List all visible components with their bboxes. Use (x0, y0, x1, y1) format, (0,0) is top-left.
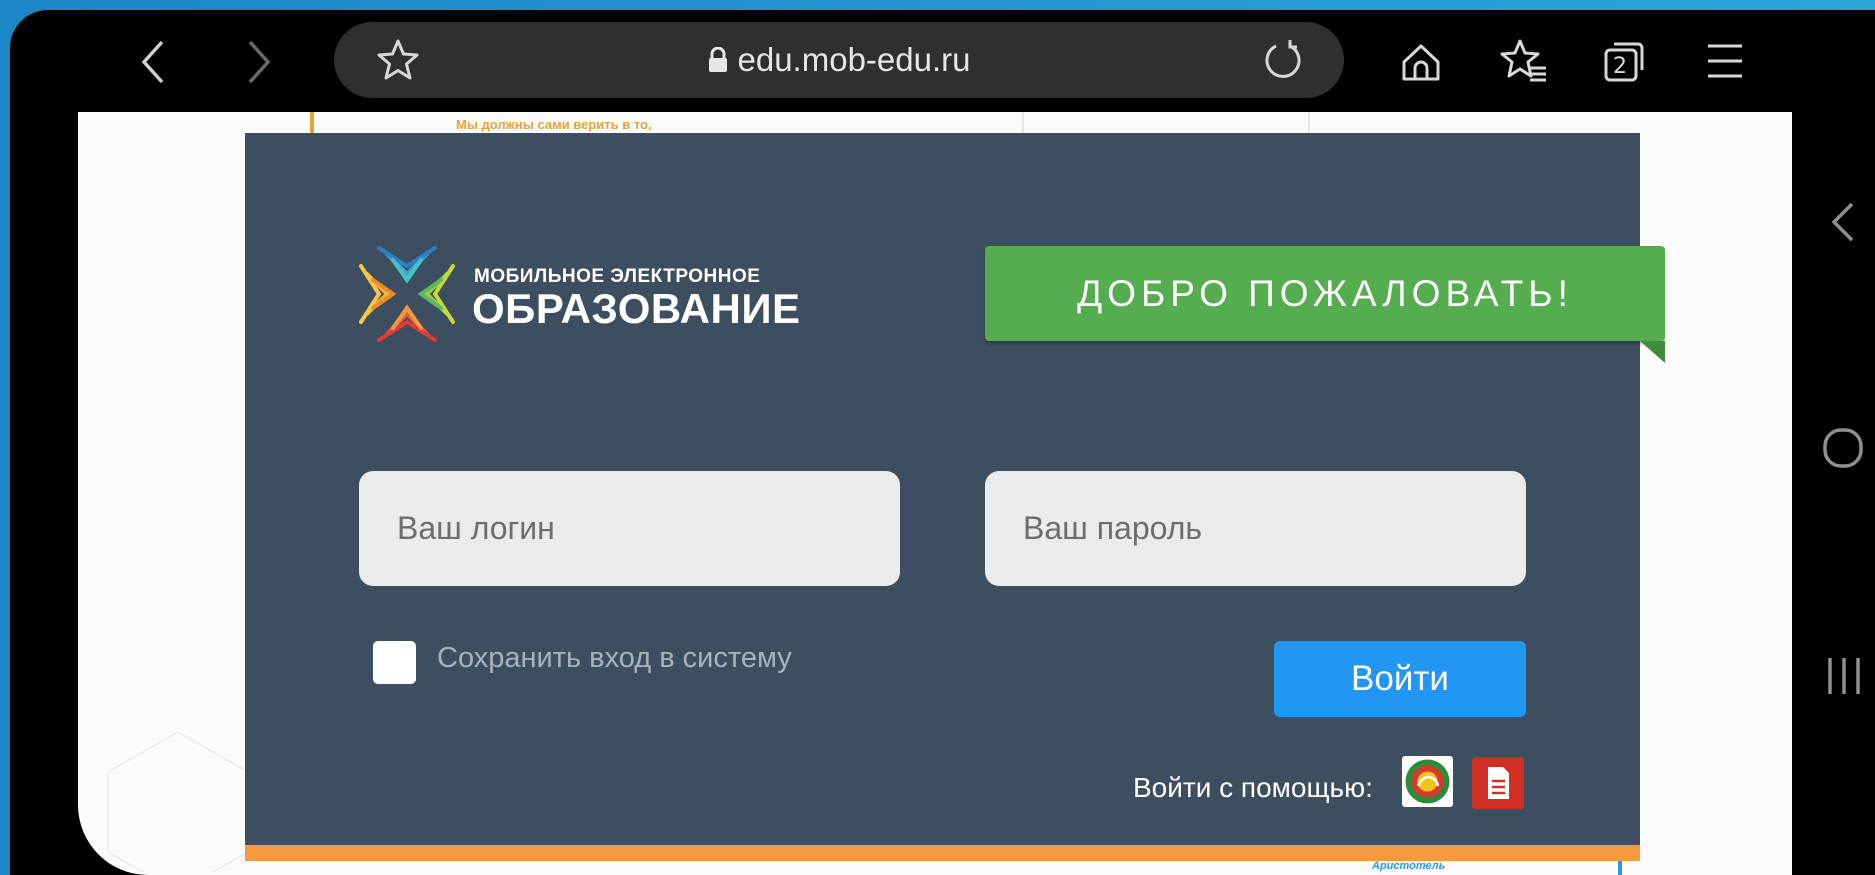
tabs-icon[interactable]: 2 (1602, 40, 1646, 89)
login-input[interactable] (359, 471, 900, 586)
document-icon (1488, 767, 1509, 799)
mob-edu-logo-icon (359, 246, 455, 342)
remember-me-checkbox[interactable] (373, 641, 416, 684)
url-text-wrap: edu.mob-edu.ru (334, 22, 1344, 98)
background-author: Аристотель (1372, 860, 1446, 872)
reload-icon[interactable] (1260, 38, 1304, 87)
home-icon[interactable] (1399, 40, 1443, 89)
url-text: edu.mob-edu.ru (737, 41, 971, 78)
brand-line2: ОБРАЗОВАНИЕ (472, 285, 801, 332)
lock-icon (708, 24, 728, 100)
android-back-icon[interactable] (1828, 200, 1858, 249)
remember-me-label: Сохранить вход в систему (437, 642, 792, 674)
document-login-button[interactable] (1472, 757, 1524, 809)
tab-count: 2 (1613, 54, 1627, 79)
forward-icon[interactable] (244, 38, 274, 94)
tatarstan-gosuslugi-button[interactable] (1402, 756, 1453, 807)
address-bar[interactable]: edu.mob-edu.ru (334, 22, 1344, 98)
card-accent-bar (245, 845, 1640, 861)
welcome-banner: ДОБРО ПОЖАЛОВАТЬ! (985, 246, 1665, 341)
password-input[interactable] (985, 471, 1526, 586)
tatarstan-emblem-icon (1405, 759, 1450, 804)
login-button[interactable]: Войти (1274, 641, 1526, 717)
android-home-icon[interactable] (1822, 427, 1864, 474)
welcome-banner-fold (1640, 341, 1665, 363)
back-icon[interactable] (138, 38, 168, 94)
android-recents-icon[interactable] (1824, 656, 1864, 701)
background-quote: Мы должны сами верить в то, (456, 117, 652, 132)
bookmarks-icon[interactable] (1500, 38, 1548, 89)
alt-login-label: Войти с помощью: (1133, 772, 1373, 803)
menu-icon[interactable] (1706, 42, 1744, 85)
